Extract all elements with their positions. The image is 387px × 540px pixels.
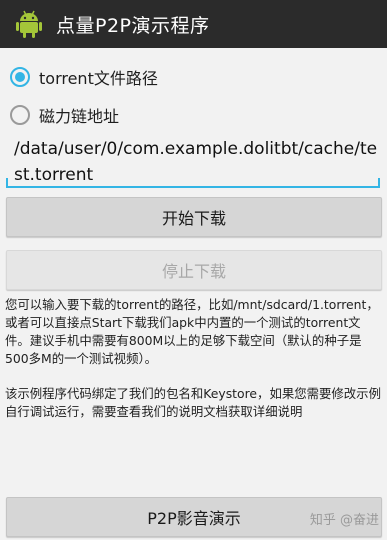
source-radio-group: torrent文件路径 磁力链地址 xyxy=(0,58,387,134)
torrent-path-input[interactable]: /data/user/0/com.example.dolitbt/cache/t… xyxy=(6,134,380,188)
action-bar: 点量P2P演示程序 xyxy=(0,0,387,48)
app-title: 点量P2P演示程序 xyxy=(56,14,210,37)
radio-option-torrent-path[interactable]: torrent文件路径 xyxy=(0,58,387,96)
android-robot-icon xyxy=(14,9,44,39)
description-paragraph-1: 您可以输入要下载的torrent的路径，比如/mnt/sdcard/1.torr… xyxy=(5,297,379,366)
radio-button-unchecked[interactable] xyxy=(10,105,30,125)
radio-label-torrent-path: torrent文件路径 xyxy=(39,69,158,88)
radio-dot xyxy=(15,72,25,82)
radio-option-magnet-link[interactable]: 磁力链地址 xyxy=(0,96,387,134)
radio-label-magnet-link: 磁力链地址 xyxy=(39,107,120,126)
description-paragraph-2: 该示例程序代码绑定了我们的包名和Keystore，如果您需要修改示例自行调试运行… xyxy=(5,386,381,419)
start-download-button[interactable]: 开始下载 xyxy=(6,197,382,237)
watermark-text: 知乎 @奋进 xyxy=(309,513,379,528)
stop-download-button[interactable]: 停止下载 xyxy=(6,250,382,290)
radio-button-checked[interactable] xyxy=(10,67,30,87)
